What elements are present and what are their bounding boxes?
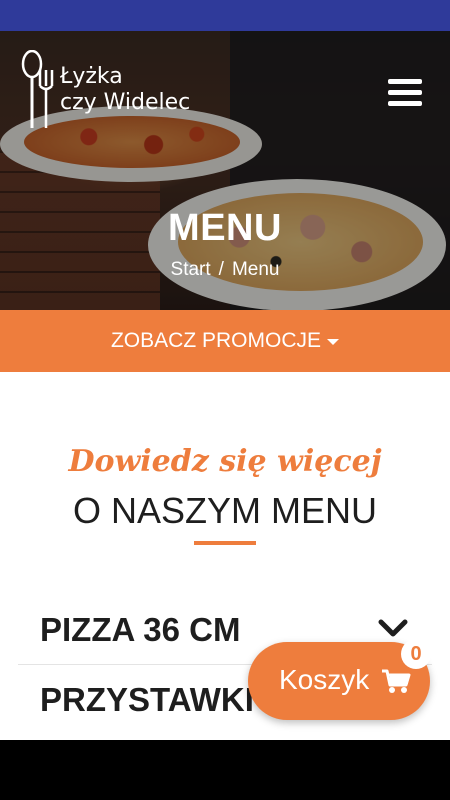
page-title: MENU	[168, 207, 282, 249]
breadcrumb: Start / Menu	[0, 259, 450, 281]
status-bar	[0, 0, 450, 31]
category-label: PIZZA 36 CM	[40, 611, 241, 648]
hero-banner: Łyżka czy Widelec MENU Start / Menu	[0, 31, 450, 310]
brand-line-1: Łyżka	[60, 64, 123, 89]
breadcrumb-current: Menu	[231, 259, 280, 280]
breadcrumb-home-link[interactable]: Start	[171, 259, 211, 280]
cart-button[interactable]: Koszyk 0	[248, 639, 431, 720]
brand-name: Łyżka czy Widelec	[60, 64, 190, 116]
cart-icon	[382, 669, 411, 693]
hamburger-menu-icon	[388, 79, 422, 84]
section-title: O NASZYM MENU	[72, 490, 377, 531]
promotions-dropdown-button[interactable]: ZOBACZ PROMOCJE	[0, 310, 450, 372]
cart-count-badge: 0	[401, 639, 431, 669]
promotions-label: ZOBACZ PROMOCJE	[110, 329, 321, 352]
hamburger-menu-button[interactable]	[388, 79, 422, 107]
brand-logo[interactable]: Łyżka czy Widelec	[20, 50, 210, 130]
spoon-fork-logo-icon	[21, 50, 54, 128]
brand-line-2: czy Widelec	[60, 90, 191, 115]
system-nav-bar	[0, 740, 450, 800]
section-subtitle: Dowiedz się więcej	[68, 444, 382, 479]
category-label: PRZYSTAWKI	[40, 681, 254, 718]
section-divider	[194, 541, 256, 545]
breadcrumb-separator: /	[218, 259, 224, 280]
cart-label: Koszyk	[279, 664, 370, 695]
caret-down-icon	[327, 339, 339, 345]
chevron-down-icon	[378, 619, 408, 637]
